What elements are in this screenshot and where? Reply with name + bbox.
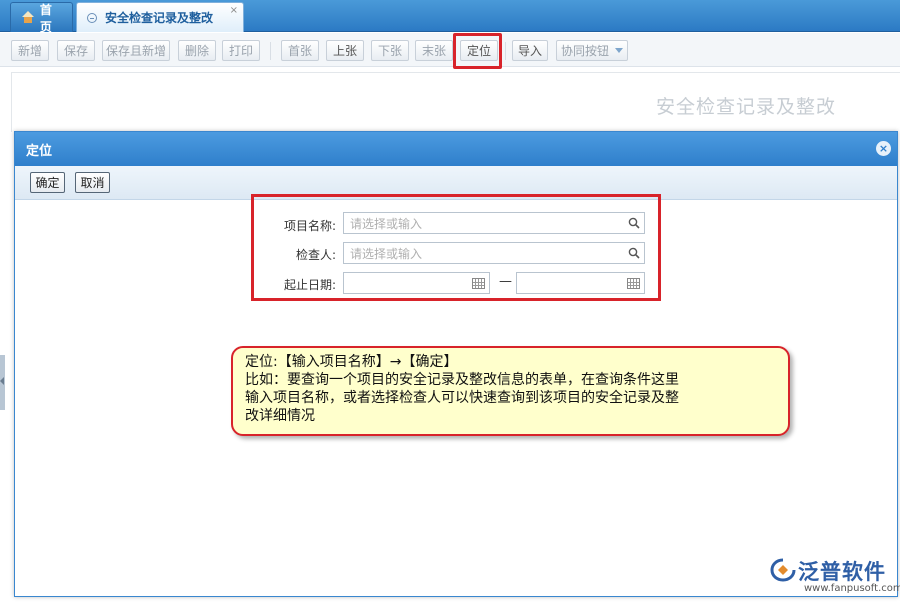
dialog-title: 定位 xyxy=(26,143,53,159)
page-icon xyxy=(87,12,97,23)
save-and-new-button[interactable]: 保存且新增 xyxy=(102,40,170,61)
chevron-down-icon xyxy=(615,48,623,53)
calendar-icon[interactable] xyxy=(472,278,485,289)
import-button[interactable]: 导入 xyxy=(512,40,548,61)
search-icon[interactable] xyxy=(628,247,640,259)
toolbar: 新增 保存 保存且新增 删除 打印 首张 上张 下张 末张 定位 导入 协同按钮 xyxy=(0,33,900,67)
new-button[interactable]: 新增 xyxy=(11,40,49,61)
home-icon xyxy=(21,11,34,24)
collaboration-dropdown[interactable]: 协同按钮 xyxy=(556,40,628,61)
date-range-dash: — xyxy=(499,274,512,289)
project-name-placeholder: 请选择或输入 xyxy=(350,216,423,231)
inspector-label: 检查人: xyxy=(295,248,336,262)
collaboration-label: 协同按钮 xyxy=(560,44,609,58)
last-record-button[interactable]: 末张 xyxy=(415,40,453,61)
close-icon[interactable]: × xyxy=(876,141,891,156)
tab-close-icon[interactable]: × xyxy=(230,5,238,16)
end-date-input[interactable] xyxy=(516,272,645,294)
tab-active-label: 安全检查记录及整改 xyxy=(105,11,214,25)
print-button[interactable]: 打印 xyxy=(222,40,260,61)
delete-button[interactable]: 删除 xyxy=(178,40,216,61)
logo-url: www.fanpusoft.com xyxy=(804,583,900,594)
next-record-button[interactable]: 下张 xyxy=(371,40,409,61)
project-name-input[interactable]: 请选择或输入 xyxy=(343,212,645,234)
project-name-label: 项目名称: xyxy=(283,219,336,233)
note-line: 比如：要查询一个项目的安全记录及整改信息的表单，在查询条件这里 xyxy=(245,372,679,388)
note-line: 输入项目名称，或者选择检查人可以快速查询到该项目的安全记录及整 xyxy=(245,390,679,406)
tab-home-label: 首页 xyxy=(39,2,52,34)
inspector-placeholder: 请选择或输入 xyxy=(350,246,423,261)
first-record-button[interactable]: 首张 xyxy=(281,40,319,61)
search-icon[interactable] xyxy=(628,217,640,229)
toolbar-separator xyxy=(505,42,506,60)
previous-record-button[interactable]: 上张 xyxy=(326,40,364,61)
page-title: 安全检查记录及整改 xyxy=(655,96,836,118)
collapse-handle[interactable] xyxy=(0,355,5,410)
toolbar-separator xyxy=(270,42,271,60)
dialog-header: 定位 xyxy=(15,132,897,166)
calendar-icon[interactable] xyxy=(627,278,640,289)
confirm-button[interactable]: 确定 xyxy=(30,172,65,193)
inspector-input[interactable]: 请选择或输入 xyxy=(343,242,645,264)
instruction-note: 定位:【输入项目名称】→【确定】 比如：要查询一个项目的安全记录及整改信息的表单… xyxy=(231,346,790,436)
logo-mark-icon xyxy=(770,558,796,582)
date-range-label: 起止日期: xyxy=(283,278,336,292)
tab-home[interactable]: 首页 xyxy=(10,2,73,34)
locate-dialog: 定位 × 确定 取消 项目名称: 请选择或输入 检查人: 请选择或输入 起止日期… xyxy=(14,131,898,597)
tab-safety-inspection[interactable]: 安全检查记录及整改 × xyxy=(76,2,244,32)
tab-bar: 首页 安全检查记录及整改 × xyxy=(0,0,900,34)
note-line: 定位:【输入项目名称】→【确定】 xyxy=(245,354,458,370)
save-button[interactable]: 保存 xyxy=(57,40,95,61)
note-line: 改详细情况 xyxy=(245,408,315,424)
cancel-button[interactable]: 取消 xyxy=(75,172,110,193)
brand-logo: 泛普软件 www.fanpusoft.com xyxy=(770,556,900,598)
start-date-input[interactable] xyxy=(343,272,490,294)
locate-highlight xyxy=(453,33,502,69)
logo-name: 泛普软件 xyxy=(798,560,886,584)
